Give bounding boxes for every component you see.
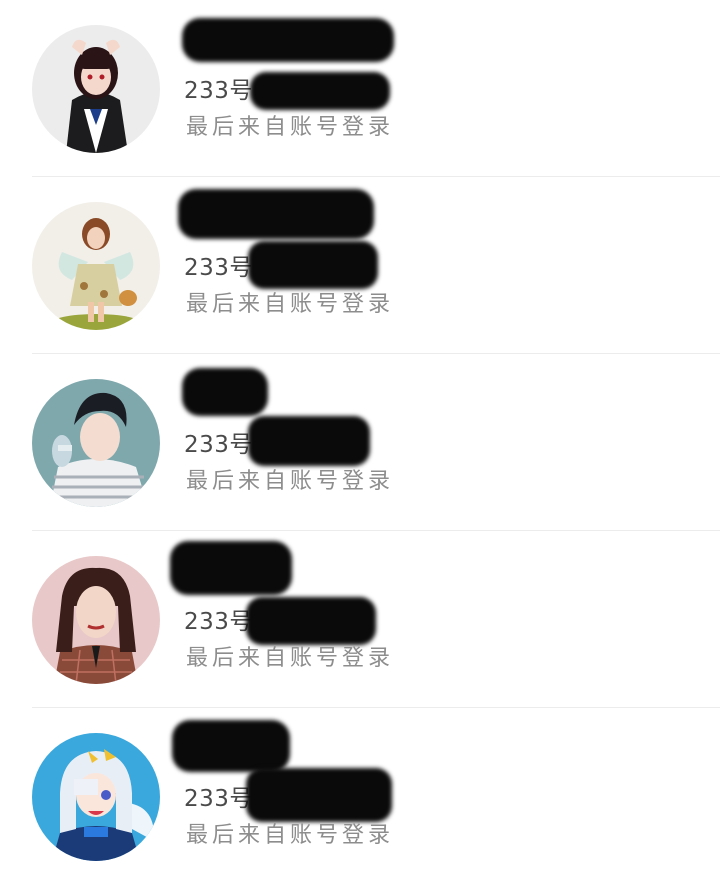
id-redaction (250, 72, 390, 110)
account-item[interactable]: 233号 最后来自账号登录 (0, 531, 720, 708)
id-redaction (246, 768, 392, 822)
last-login-text: 最后来自账号登录 (186, 823, 395, 848)
account-item[interactable]: 233号 最后来自账号登录 (0, 0, 720, 177)
avatar-image-boy-striped-shirt (32, 379, 160, 507)
account-id: 233号 (184, 255, 253, 281)
avatar (32, 25, 160, 153)
id-redaction (248, 416, 370, 466)
account-id: 233号 (184, 609, 253, 635)
id-redaction (248, 241, 378, 289)
avatar-image-fairy-girl (32, 202, 160, 330)
name-redaction (182, 18, 394, 62)
avatar-image-girl-school-uniform (32, 25, 160, 153)
account-id: 233号 (184, 432, 253, 458)
id-redaction (246, 597, 376, 645)
avatar (32, 202, 160, 330)
last-login-text: 最后来自账号登录 (186, 646, 395, 671)
account-id: 233号 (184, 78, 253, 104)
account-item[interactable]: 233号 最后来自账号登录 (0, 708, 720, 885)
account-item[interactable]: 233号 最后来自账号登录 (0, 354, 720, 531)
account-item[interactable]: 233号 最后来自账号登录 (0, 177, 720, 354)
name-redaction (178, 189, 374, 239)
account-id: 233号 (184, 786, 253, 812)
avatar (32, 556, 160, 684)
name-redaction (170, 541, 292, 595)
last-login-text: 最后来自账号登录 (186, 469, 395, 494)
name-redaction (182, 368, 268, 416)
last-login-text: 最后来自账号登录 (186, 115, 395, 140)
avatar-image-woman-plaid-coat (32, 556, 160, 684)
avatar-image-anime-girl-silver-hair (32, 733, 160, 861)
last-login-text: 最后来自账号登录 (186, 292, 395, 317)
avatar (32, 379, 160, 507)
account-list: 233号 最后来自账号登录 233号 最后来自账号登录 233号 最后来自账号登… (0, 0, 720, 884)
name-redaction (172, 720, 290, 772)
avatar (32, 733, 160, 861)
